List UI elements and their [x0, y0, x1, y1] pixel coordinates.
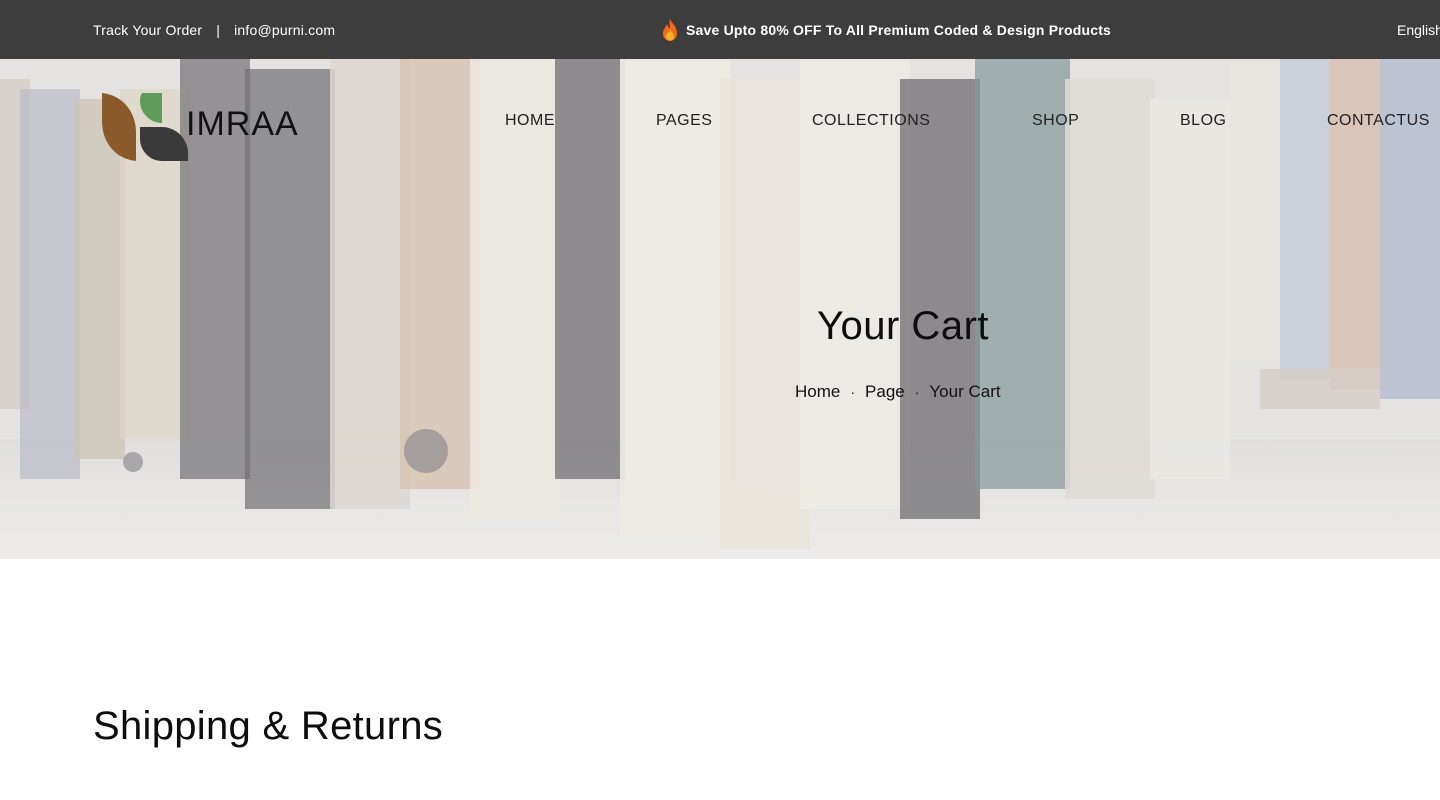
nav-item-shop[interactable]: SHOP [1032, 112, 1079, 130]
top-bar-separator: | [216, 21, 221, 38]
language-selector[interactable]: English [1397, 0, 1440, 59]
nav-item-contactus[interactable]: CONTACTUS [1327, 112, 1430, 130]
section-title: Shipping & Returns [93, 704, 444, 748]
breadcrumb: Home · Page · Your Cart [795, 382, 1001, 402]
email-link[interactable]: info@purni.com [234, 22, 335, 38]
breadcrumb-separator: · [914, 384, 920, 400]
breadcrumb-page[interactable]: Page [865, 382, 905, 402]
breadcrumb-separator: · [850, 384, 856, 400]
nav-item-pages[interactable]: PAGES [656, 112, 712, 130]
main-nav: HOME PAGES COLLECTIONS SHOP BLOG CONTACT… [0, 112, 1440, 138]
promo-banner: Save Upto 80% OFF To All Premium Coded &… [660, 0, 1111, 59]
breadcrumb-home[interactable]: Home [795, 382, 840, 402]
page-title: Your Cart [817, 304, 989, 348]
track-order-link[interactable]: Track Your Order [93, 22, 202, 38]
breadcrumb-current: Your Cart [929, 382, 1001, 401]
flame-icon [663, 18, 677, 41]
promo-text: Save Upto 80% OFF To All Premium Coded &… [686, 21, 1112, 38]
top-bar: Track Your Order | info@purni.com Save U… [0, 0, 1440, 59]
nav-item-collections[interactable]: COLLECTIONS [812, 112, 930, 130]
top-bar-left: Track Your Order | info@purni.com [93, 0, 335, 59]
nav-item-home[interactable]: HOME [505, 112, 555, 130]
nav-item-blog[interactable]: BLOG [1180, 112, 1226, 130]
